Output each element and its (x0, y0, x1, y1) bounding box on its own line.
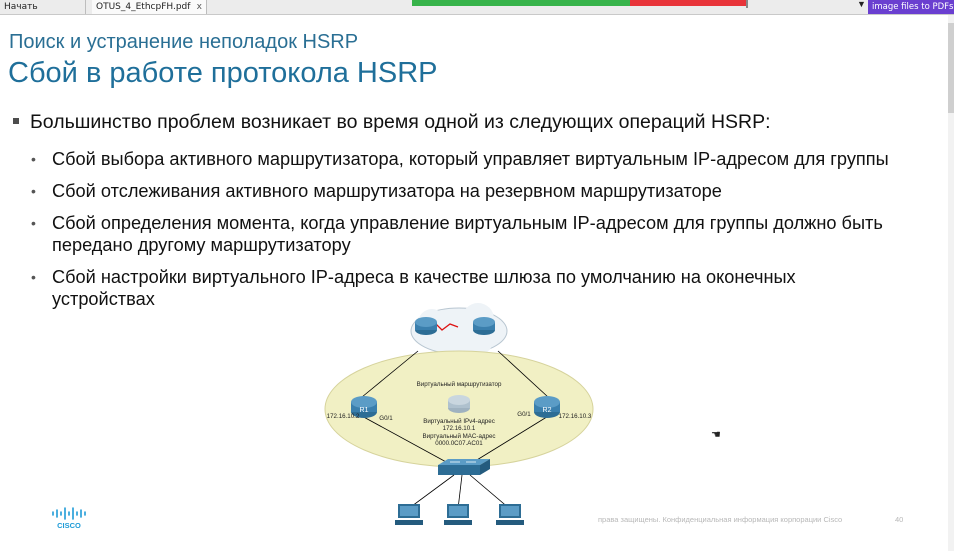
main-bullet-text: Большинство проблем возникает во время о… (30, 111, 771, 133)
sub-bullet: • Сбой выбора активного маршрутизатора, … (31, 148, 941, 170)
virtual-router-label: Виртуальный маршрутизатор (417, 381, 502, 388)
hsrp-topology-diagram: R1 R2 Виртуальный маршрутизатор 172.16.1… (320, 299, 598, 543)
dot-bullet-icon: • (31, 151, 36, 167)
cisco-logo-icon: CISCO (52, 507, 86, 530)
tab-pdf-label: OTUS_4_EthcpFH.pdf (96, 2, 191, 12)
virtual-ip-value: 172.16.10.1 (443, 425, 476, 432)
dot-bullet-icon: • (31, 215, 36, 231)
r1-ip-label: 172.16.10.2 (327, 413, 360, 420)
square-bullet-icon (13, 117, 19, 124)
pc-icon (444, 504, 472, 525)
main-bullet: Большинство проблем возникает во время о… (13, 111, 771, 134)
slide-subtitle: Поиск и устранение неполадок HSRP (9, 31, 359, 53)
virtual-ip-caption: Виртуальный IPv4-адрес (423, 418, 495, 425)
switch-icon (438, 459, 490, 475)
sub-bullet: • Сбой определения момента, когда управл… (31, 212, 911, 256)
r1-label: R1 (360, 407, 369, 414)
page-number: 40 (895, 515, 904, 524)
scrollbar-thumb[interactable] (948, 23, 954, 113)
cisco-logo-text: CISCO (57, 521, 81, 530)
close-tab-icon[interactable]: x (197, 0, 202, 14)
r1-interface-label: G0/1 (379, 415, 393, 422)
notification-bar-green (412, 0, 630, 6)
virtual-mac-caption: Виртуальный MAC-адрес (423, 433, 496, 440)
pc-icon (395, 504, 423, 525)
tab-start-label: Начать (4, 2, 38, 12)
hand-cursor-icon: ☚ (711, 429, 721, 441)
wan-router-right-icon (473, 317, 495, 335)
notification-bar-red (630, 0, 746, 6)
slide-title: Сбой в работе протокола HSRP (8, 57, 438, 89)
dot-bullet-icon: • (31, 183, 36, 199)
wan-router-left-icon (415, 317, 437, 335)
virtual-mac-value: 0000.0C07.AC01 (435, 440, 483, 447)
tab-start[interactable]: Начать (0, 0, 86, 14)
sub-bullet: • Сбой отслеживания активного маршрутиза… (31, 180, 941, 202)
promo-button[interactable]: image files to PDFs (868, 0, 954, 14)
tab-pdf[interactable]: OTUS_4_EthcpFH.pdf x (92, 0, 207, 14)
virtual-router-icon (448, 395, 470, 413)
pc-icon (496, 504, 524, 525)
r2-interface-label: G0/1 (517, 411, 531, 418)
sub-bullet-text: Сбой отслеживания активного маршрутизато… (52, 181, 722, 201)
r2-router-icon: R2 (534, 396, 560, 418)
sub-bullet-text: Сбой выбора активного маршрутизатора, ко… (52, 149, 889, 169)
r2-label: R2 (543, 407, 552, 414)
browser-tab-bar: Начать OTUS_4_EthcpFH.pdf x ▼ image file… (0, 0, 954, 15)
footer-copyright: права защищены. Конфиденциальная информа… (598, 515, 843, 524)
sub-bullet-text: Сбой определения момента, когда управлен… (52, 213, 883, 255)
vertical-scrollbar[interactable] (948, 15, 954, 551)
dropdown-arrow-icon[interactable]: ▼ (857, 0, 866, 9)
r2-ip-label: 172.16.10.3 (559, 413, 592, 420)
notification-divider (746, 0, 748, 8)
dot-bullet-icon: • (31, 269, 36, 285)
